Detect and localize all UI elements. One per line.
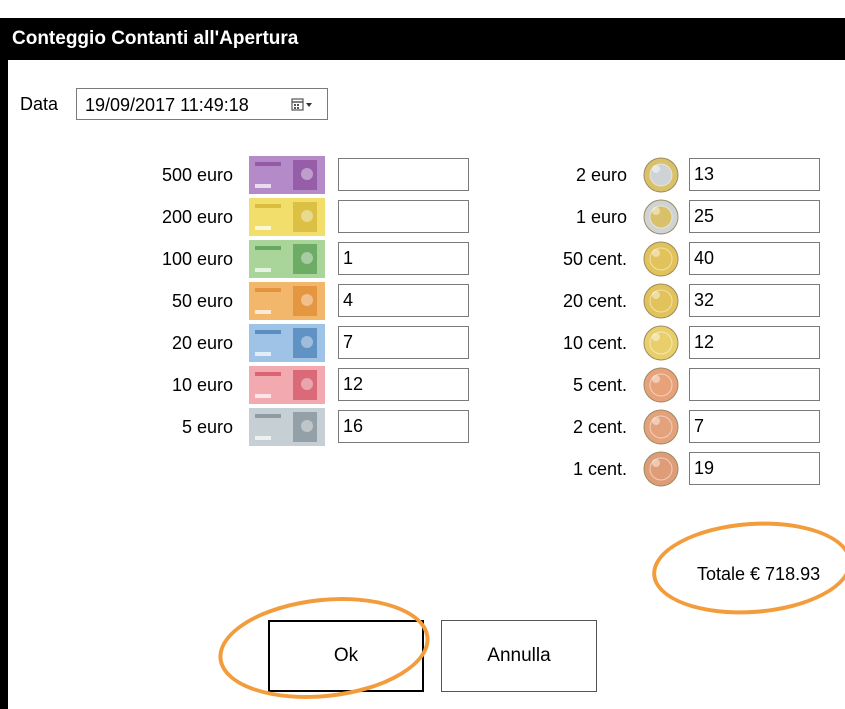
banknote-icon [249, 366, 325, 404]
coin-10-cent-icon [643, 325, 679, 361]
banknote-label: 20 euro [171, 333, 233, 353]
banknote-label: 10 euro [171, 375, 233, 395]
banknote-label: 50 euro [171, 291, 233, 311]
coin-count-input[interactable]: 19 [689, 452, 820, 485]
date-label: Data [20, 94, 59, 114]
banknote-label: 200 euro [161, 207, 233, 227]
ok-button[interactable]: Ok [268, 620, 424, 692]
banknote-label: 500 euro [161, 165, 233, 185]
calendar-dropdown-icon[interactable] [291, 98, 317, 112]
banknote-icon [249, 198, 325, 236]
coin-1-euro-icon [643, 199, 679, 235]
banknote-label: 5 euro [181, 417, 233, 437]
coin-20-cent-icon [643, 283, 679, 319]
coin-label: 2 cent. [572, 417, 627, 437]
cancel-button-label: Annulla [487, 645, 551, 666]
coin-2-euro-icon [643, 157, 679, 193]
coin-label: 20 cent. [562, 291, 627, 311]
window-title-bar: Conteggio Contanti all'Apertura [0, 18, 845, 60]
coin-label: 50 cent. [562, 249, 627, 269]
date-value: 19/09/2017 11:49:18 [85, 95, 249, 115]
coin-count-input[interactable]: 7 [689, 410, 820, 443]
ok-button-label: Ok [333, 645, 359, 666]
banknote-label: 100 euro [161, 249, 233, 269]
banknote-icon [249, 156, 325, 194]
coin-count-input[interactable]: 40 [689, 242, 820, 275]
coin-1-cent-icon [643, 451, 679, 487]
coin-2-cent-icon [643, 409, 679, 445]
banknote-count-input[interactable] [338, 158, 469, 191]
window-title: Conteggio Contanti all'Apertura [12, 28, 299, 49]
banknote-count-input[interactable]: 16 [338, 410, 469, 443]
coin-label: 2 euro [575, 165, 627, 185]
coin-count-input[interactable]: 32 [689, 284, 820, 317]
coin-50-cent-icon [643, 241, 679, 277]
coin-count-input[interactable]: 13 [689, 158, 820, 191]
coin-label: 5 cent. [572, 375, 627, 395]
coin-label: 1 euro [575, 207, 627, 227]
coin-count-input[interactable]: 25 [689, 200, 820, 233]
banknote-count-input[interactable]: 1 [338, 242, 469, 275]
banknote-count-input[interactable]: 12 [338, 368, 469, 401]
banknote-icon [249, 240, 325, 278]
banknote-icon [249, 408, 325, 446]
banknote-icon [249, 282, 325, 320]
coin-count-input[interactable] [689, 368, 820, 401]
banknote-count-input[interactable]: 4 [338, 284, 469, 317]
banknote-count-input[interactable] [338, 200, 469, 233]
total-amount: Totale € 718.93 [697, 564, 821, 584]
coin-label: 1 cent. [572, 459, 627, 479]
date-picker[interactable]: 19/09/2017 11:49:18 [76, 88, 328, 120]
cancel-button[interactable]: Annulla [441, 620, 597, 692]
coin-count-input[interactable]: 12 [689, 326, 820, 359]
coin-5-cent-icon [643, 367, 679, 403]
window-border [0, 60, 8, 709]
banknote-count-input[interactable]: 7 [338, 326, 469, 359]
banknote-icon [249, 324, 325, 362]
coin-label: 10 cent. [562, 333, 627, 353]
